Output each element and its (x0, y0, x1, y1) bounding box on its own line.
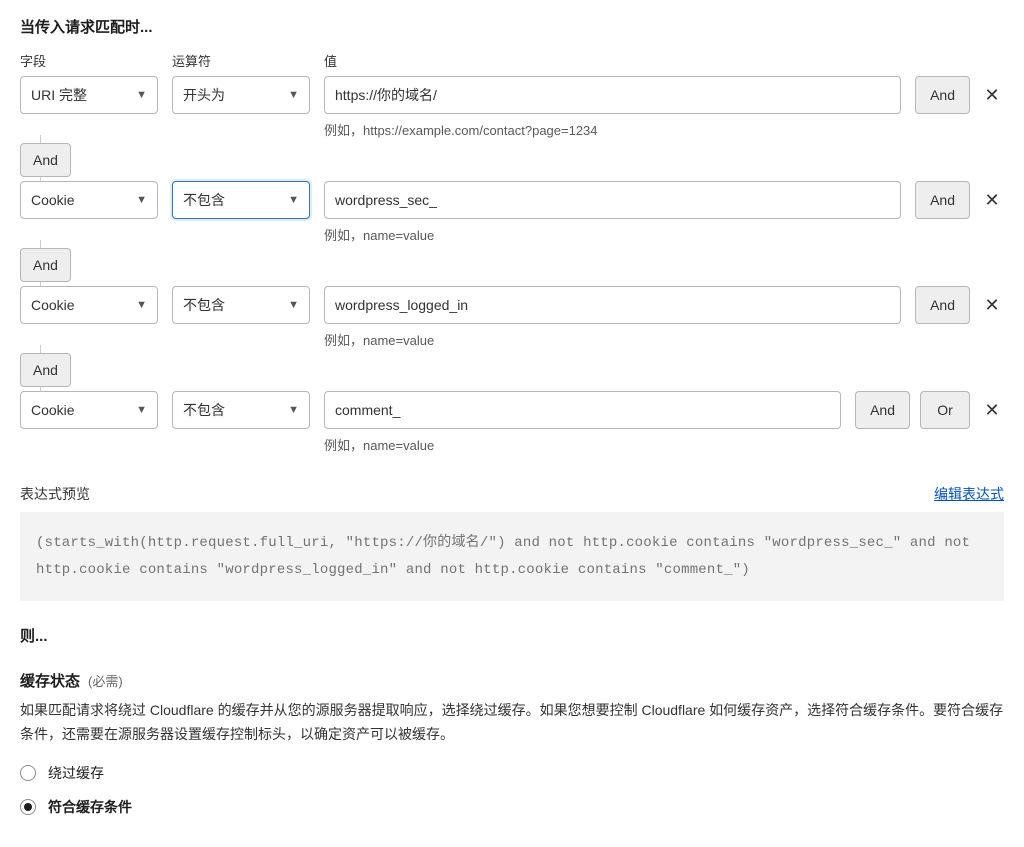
chevron-down-icon: ▼ (136, 194, 147, 206)
cache-description: 如果匹配请求将绕过 Cloudflare 的缓存并从您的源服务器提取响应，选择绕… (20, 699, 1004, 747)
connector-and-button[interactable]: And (20, 143, 71, 177)
operator-select[interactable]: 开头为 ▼ (172, 76, 310, 114)
required-label: (必需) (88, 671, 123, 690)
and-button[interactable]: And (915, 181, 970, 219)
remove-row-icon[interactable]: ✕ (980, 188, 1004, 212)
field-select[interactable]: Cookie ▼ (20, 181, 158, 219)
cache-title: 缓存状态 (20, 670, 80, 691)
cache-option[interactable]: 绕过缓存 (20, 763, 1004, 783)
operator-select[interactable]: 不包含 ▼ (172, 286, 310, 324)
field-select-label: Cookie (31, 402, 75, 418)
chevron-down-icon: ▼ (288, 299, 299, 311)
remove-row-icon[interactable]: ✕ (980, 398, 1004, 422)
rule-row: Cookie ▼ 不包含 ▼ 例如，name=value And ✕ (20, 181, 1004, 244)
value-input[interactable] (324, 181, 901, 219)
cache-option[interactable]: 符合缓存条件 (20, 797, 1004, 817)
header-value: 值 (324, 51, 1004, 70)
connector: And (20, 143, 1004, 177)
value-hint: 例如，https://example.com/contact?page=1234 (324, 120, 901, 139)
remove-row-icon[interactable]: ✕ (980, 83, 1004, 107)
radio-icon (20, 799, 36, 815)
field-select-label: Cookie (31, 297, 75, 313)
connector: And (20, 353, 1004, 387)
field-select[interactable]: Cookie ▼ (20, 286, 158, 324)
value-input[interactable] (324, 286, 901, 324)
preview-title: 表达式预览 (20, 484, 90, 504)
rule-row: URI 完整 ▼ 开头为 ▼ 例如，https://example.com/contac… (20, 76, 1004, 139)
value-hint: 例如，name=value (324, 435, 841, 454)
rule-row: Cookie ▼ 不包含 ▼ 例如，name=value And Or ✕ (20, 391, 1004, 454)
radio-label: 绕过缓存 (48, 763, 104, 783)
value-hint: 例如，name=value (324, 330, 901, 349)
section-title: 当传入请求匹配时... (20, 16, 1004, 37)
radio-icon (20, 765, 36, 781)
and-button[interactable]: And (915, 76, 970, 114)
then-title: 则... (20, 625, 1004, 646)
edit-expression-link[interactable]: 编辑表达式 (934, 484, 1004, 504)
and-button[interactable]: And (855, 391, 910, 429)
chevron-down-icon: ▼ (288, 194, 299, 206)
rule-row: Cookie ▼ 不包含 ▼ 例如，name=value And ✕ (20, 286, 1004, 349)
connector-and-button[interactable]: And (20, 353, 71, 387)
operator-select[interactable]: 不包含 ▼ (172, 181, 310, 219)
column-headers: 字段 运算符 值 (20, 51, 1004, 70)
header-operator: 运算符 (172, 51, 310, 70)
chevron-down-icon: ▼ (288, 89, 299, 101)
field-select[interactable]: Cookie ▼ (20, 391, 158, 429)
value-input[interactable] (324, 76, 901, 114)
operator-select-label: 不包含 (183, 190, 225, 210)
chevron-down-icon: ▼ (136, 89, 147, 101)
chevron-down-icon: ▼ (288, 404, 299, 416)
operator-select-label: 不包含 (183, 400, 225, 420)
or-button[interactable]: Or (920, 391, 970, 429)
header-field: 字段 (20, 51, 158, 70)
operator-select[interactable]: 不包含 ▼ (172, 391, 310, 429)
value-input[interactable] (324, 391, 841, 429)
operator-select-label: 不包含 (183, 295, 225, 315)
value-hint: 例如，name=value (324, 225, 901, 244)
chevron-down-icon: ▼ (136, 404, 147, 416)
operator-select-label: 开头为 (183, 85, 225, 105)
expression-preview: (starts_with(http.request.full_uri, "htt… (20, 512, 1004, 601)
field-select-label: Cookie (31, 192, 75, 208)
field-select-label: URI 完整 (31, 85, 87, 105)
radio-label: 符合缓存条件 (48, 797, 132, 817)
remove-row-icon[interactable]: ✕ (980, 293, 1004, 317)
connector: And (20, 248, 1004, 282)
connector-and-button[interactable]: And (20, 248, 71, 282)
and-button[interactable]: And (915, 286, 970, 324)
field-select[interactable]: URI 完整 ▼ (20, 76, 158, 114)
chevron-down-icon: ▼ (136, 299, 147, 311)
